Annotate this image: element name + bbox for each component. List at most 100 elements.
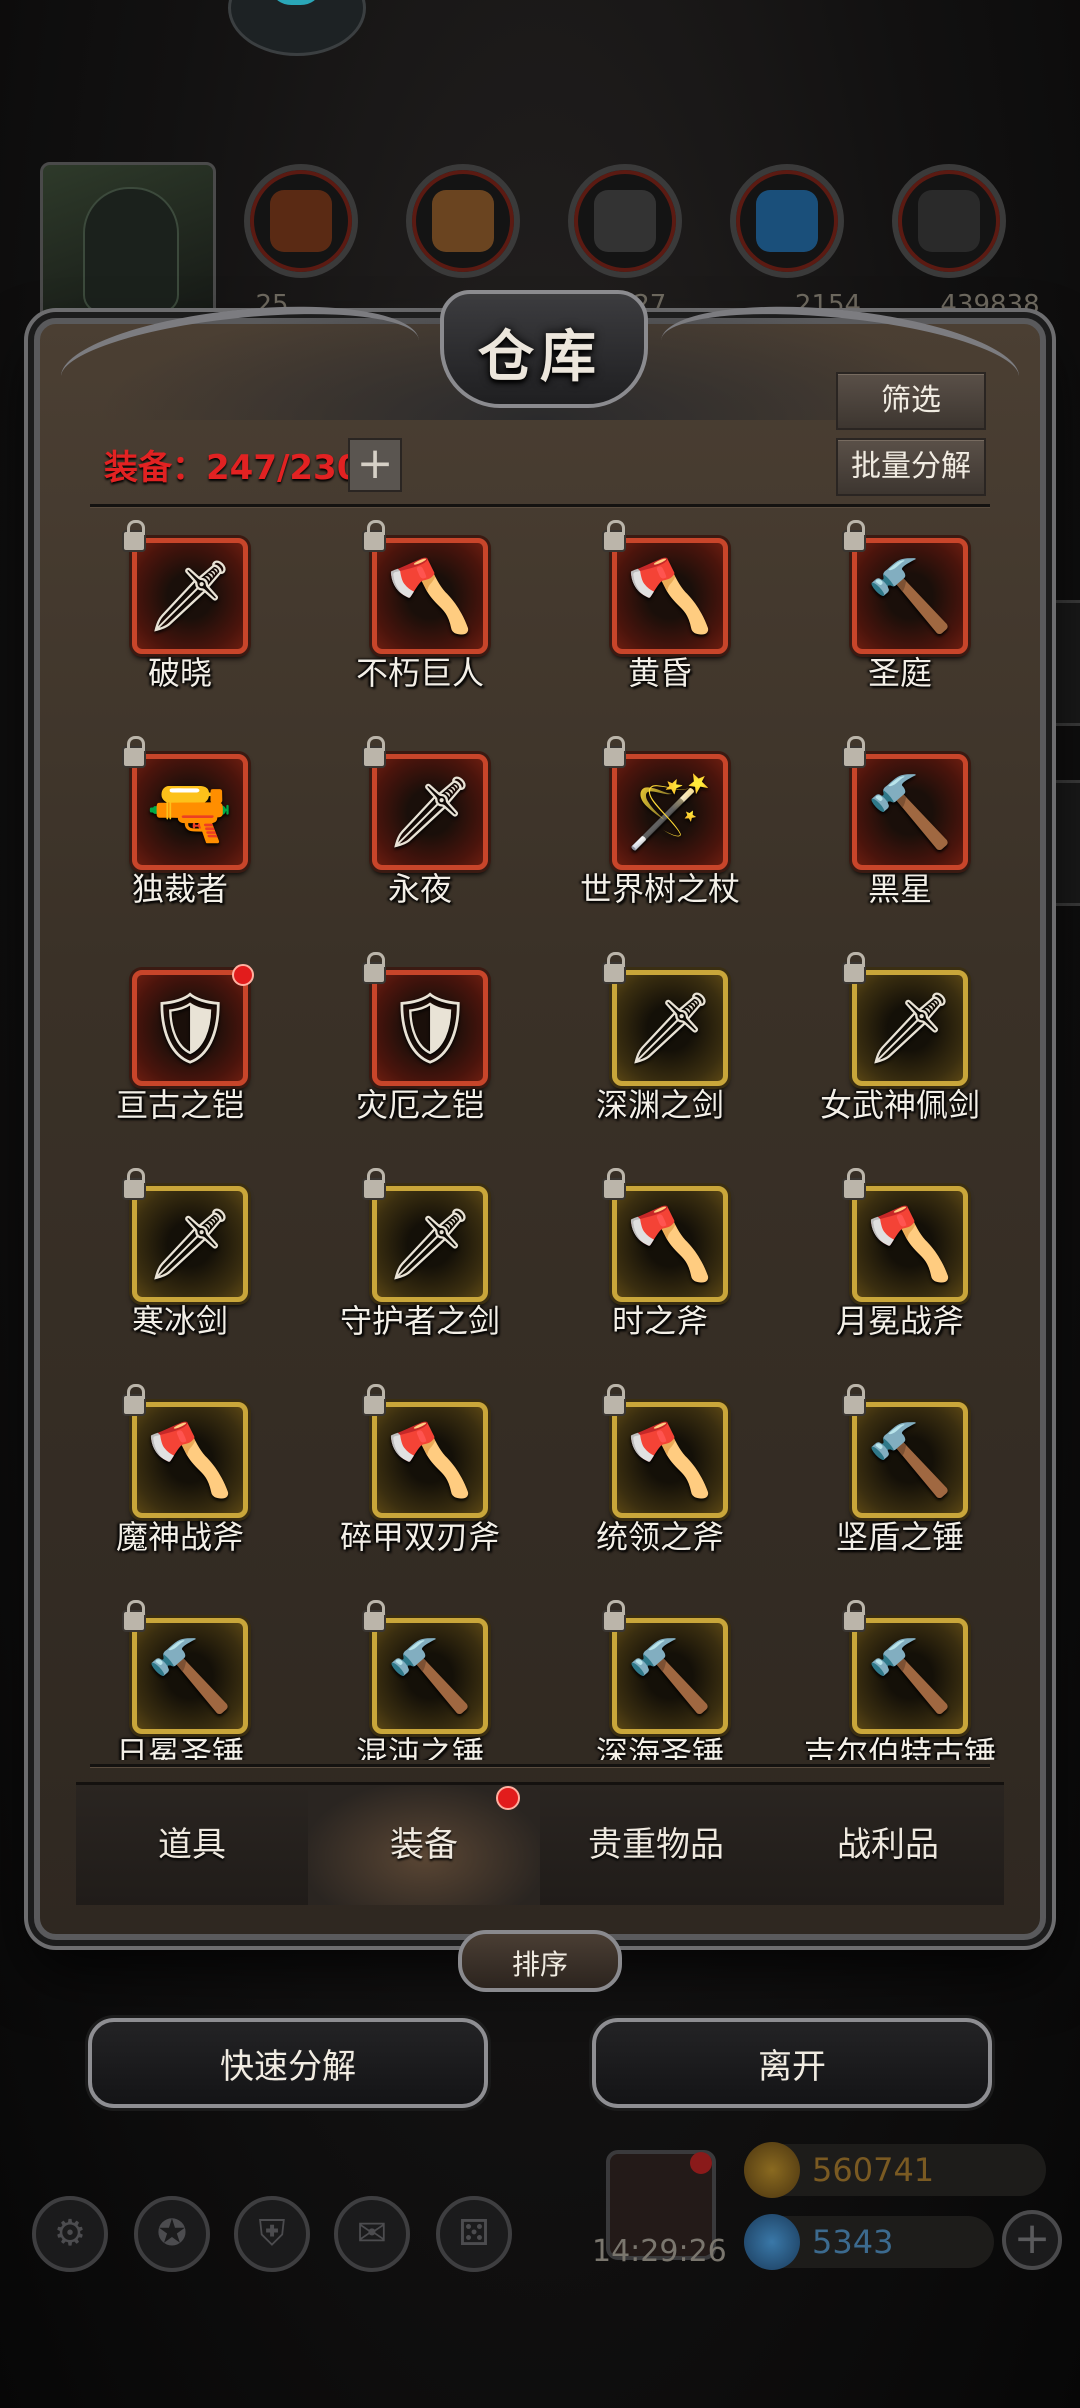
item-name: 圣庭 bbox=[867, 654, 932, 692]
item-slot: 🔨 bbox=[852, 538, 968, 654]
item-slot: 🪄 bbox=[612, 754, 728, 870]
item-name: 世界树之杖 bbox=[579, 870, 740, 908]
item-name: 不朽巨人 bbox=[355, 654, 484, 692]
divider bbox=[90, 504, 990, 507]
diamond-amount: 5343 bbox=[812, 2223, 894, 2261]
axe-icon: 🪓 bbox=[626, 555, 714, 637]
lock-icon bbox=[602, 1168, 626, 1200]
background-resource-row: 25 93584 44927 2154 439838 bbox=[0, 150, 1080, 328]
item-name: 混沌之锤 bbox=[355, 1734, 484, 1760]
wood-resource-icon bbox=[406, 164, 520, 278]
tab-valuables[interactable]: 贵重物品 bbox=[540, 1785, 772, 1905]
item-name: 碎甲双刃斧 bbox=[339, 1518, 500, 1556]
equipment-item[interactable]: 🗡 破晓 bbox=[60, 510, 300, 726]
axe-icon: 🪓 bbox=[866, 1203, 954, 1285]
equipment-item[interactable]: 🔨 圣庭 bbox=[780, 510, 1020, 726]
item-name: 日冕圣锤 bbox=[115, 1734, 244, 1760]
equipment-item[interactable]: 🗡 永夜 bbox=[300, 726, 540, 942]
item-slot: 🔨 bbox=[852, 1402, 968, 1518]
item-slot: 🗡 bbox=[132, 1186, 248, 1302]
equipment-item[interactable]: 🗡 女武神佩剑 bbox=[780, 942, 1020, 1158]
equipment-item[interactable]: 🪓 碎甲双刃斧 bbox=[300, 1374, 540, 1590]
player-avatar-top bbox=[228, 0, 366, 56]
lock-icon bbox=[122, 520, 146, 552]
armor-icon: 🛡 bbox=[385, 987, 475, 1069]
item-slot: 🗡 bbox=[372, 1186, 488, 1302]
equipment-item[interactable]: 🛡 亘古之铠 bbox=[60, 942, 300, 1158]
equipment-item[interactable]: 🛡 灾厄之铠 bbox=[300, 942, 540, 1158]
battle-axe-icon: 🪓 bbox=[386, 555, 474, 637]
lock-icon bbox=[122, 736, 146, 768]
equipment-item[interactable]: 🔨 吉尔伯特古锤 bbox=[780, 1590, 1020, 1760]
lock-icon bbox=[122, 1600, 146, 1632]
tab-items[interactable]: 道具 bbox=[76, 1785, 308, 1905]
item-name: 魔神战斧 bbox=[115, 1518, 244, 1556]
expand-capacity-button[interactable]: + bbox=[348, 438, 402, 492]
item-name: 寒冰剑 bbox=[131, 1302, 228, 1340]
staff-icon: 🪄 bbox=[626, 771, 714, 853]
equipment-item[interactable]: 🪄 世界树之杖 bbox=[540, 726, 780, 942]
equipment-item[interactable]: 🪓 月冕战斧 bbox=[780, 1158, 1020, 1374]
equipment-item[interactable]: 🗡 守护者之剑 bbox=[300, 1158, 540, 1374]
tab-loot[interactable]: 战利品 bbox=[772, 1785, 1004, 1905]
dice-icon: ⚄ bbox=[436, 2196, 512, 2272]
equipment-item[interactable]: 🪓 统领之斧 bbox=[540, 1374, 780, 1590]
item-slot: 🗡 bbox=[852, 970, 968, 1086]
equipment-item[interactable]: 🔨 坚盾之锤 bbox=[780, 1374, 1020, 1590]
axe-icon: 🪓 bbox=[626, 1203, 714, 1285]
armor-icon: 🛡 bbox=[145, 987, 235, 1069]
lock-icon bbox=[122, 1384, 146, 1416]
filter-button[interactable]: 筛选 bbox=[836, 372, 986, 430]
equipment-grid[interactable]: 🗡 破晓 🪓 不朽巨人 🪓 黄昏 🔨 圣庭 🔫 独裁者 🗡 永夜 🪄 世界树之杖 🔨 黑星 🛡 亘古之铠 🛡 灾厄之铠… bbox=[60, 510, 1020, 1760]
crystal-resource-icon bbox=[730, 164, 844, 278]
double-axe-icon: 🪓 bbox=[386, 1419, 474, 1501]
iron-resource-icon bbox=[568, 164, 682, 278]
equipment-item[interactable]: 🔨 日冕圣锤 bbox=[60, 1590, 300, 1760]
item-slot: 🗡 bbox=[372, 754, 488, 870]
equipment-item[interactable]: 🪓 魔神战斧 bbox=[60, 1374, 300, 1590]
item-name: 深海圣锤 bbox=[595, 1734, 724, 1760]
lock-icon bbox=[362, 1384, 386, 1416]
gold-coin-icon bbox=[744, 2142, 800, 2198]
sword-icon: 🗡 bbox=[625, 987, 715, 1069]
lock-icon bbox=[602, 520, 626, 552]
hammer-icon: 🔨 bbox=[386, 1635, 474, 1717]
sword-icon: 🗡 bbox=[145, 1203, 235, 1285]
item-slot: 🪓 bbox=[852, 1186, 968, 1302]
lock-icon bbox=[122, 1168, 146, 1200]
quick-decompose-button[interactable]: 快速分解 bbox=[88, 2018, 488, 2108]
lock-icon bbox=[602, 1384, 626, 1416]
equipment-item[interactable]: 🔫 独裁者 bbox=[60, 726, 300, 942]
equipment-item[interactable]: 🪓 不朽巨人 bbox=[300, 510, 540, 726]
hammer-icon: 🔨 bbox=[866, 555, 954, 637]
item-slot: 🔨 bbox=[372, 1618, 488, 1734]
equipment-item[interactable]: 🗡 寒冰剑 bbox=[60, 1158, 300, 1374]
sword-icon: 🗡 bbox=[145, 555, 235, 637]
equipment-item[interactable]: 🗡 深渊之剑 bbox=[540, 942, 780, 1158]
item-slot: 🪓 bbox=[612, 1402, 728, 1518]
hammer-icon: 🔨 bbox=[146, 1635, 234, 1717]
leave-button[interactable]: 离开 bbox=[592, 2018, 992, 2108]
diamond-display: 5343 bbox=[744, 2214, 994, 2270]
bulk-decompose-button[interactable]: 批量分解 bbox=[836, 438, 986, 496]
notification-dot bbox=[232, 964, 254, 986]
equipment-item[interactable]: 🪓 时之斧 bbox=[540, 1158, 780, 1374]
item-slot: 🔫 bbox=[132, 754, 248, 870]
notification-dot bbox=[496, 1786, 520, 1810]
divider bbox=[90, 1764, 990, 1767]
lock-icon bbox=[362, 736, 386, 768]
equipment-item[interactable]: 🔨 深海圣锤 bbox=[540, 1590, 780, 1760]
sort-button[interactable]: 排序 bbox=[458, 1930, 622, 1992]
equipment-item[interactable]: 🔨 黑星 bbox=[780, 726, 1020, 942]
mace-icon: 🔨 bbox=[866, 1419, 954, 1501]
equipment-item[interactable]: 🔨 混沌之锤 bbox=[300, 1590, 540, 1760]
item-name: 灾厄之铠 bbox=[355, 1086, 484, 1124]
equipment-item[interactable]: 🪓 黄昏 bbox=[540, 510, 780, 726]
lock-icon bbox=[362, 520, 386, 552]
gold-amount: 560741 bbox=[812, 2151, 935, 2189]
hammer-icon: 🔨 bbox=[626, 1635, 714, 1717]
gun-icon: 🔫 bbox=[146, 771, 234, 853]
item-name: 坚盾之锤 bbox=[835, 1518, 964, 1556]
item-name: 月冕战斧 bbox=[835, 1302, 964, 1340]
item-slot: 🗡 bbox=[132, 538, 248, 654]
